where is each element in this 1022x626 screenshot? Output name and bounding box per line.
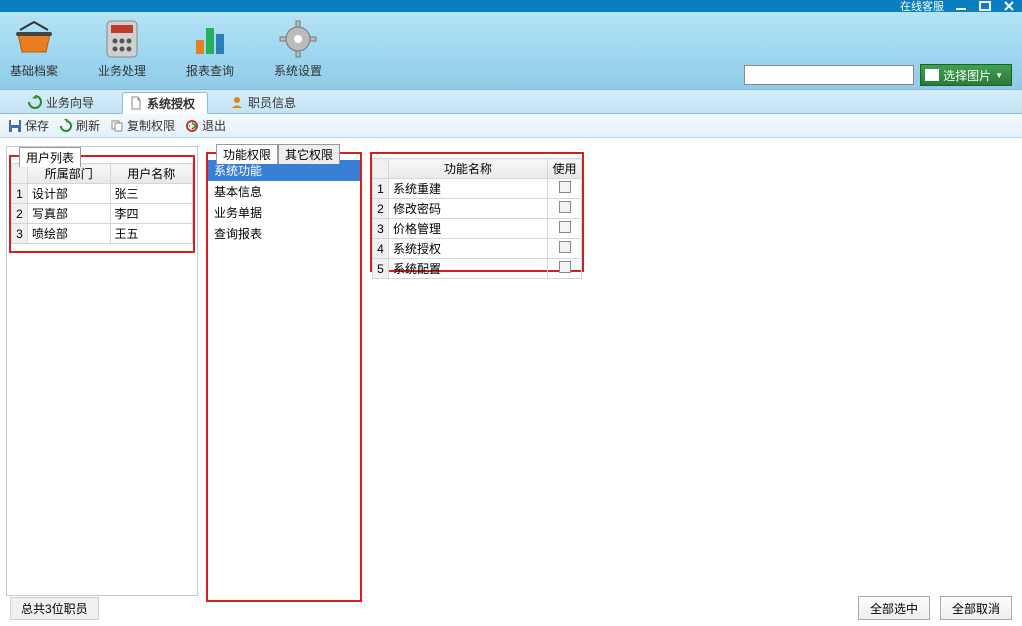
user-table: 所属部门 用户名称 1设计部张三 2写真部李四 3喷绘部王五 <box>11 163 193 244</box>
perm-item-basic[interactable]: 基本信息 <box>208 181 360 202</box>
save-button[interactable]: 保存 <box>8 117 49 134</box>
tab-system-auth[interactable]: 系统授权 <box>122 92 208 114</box>
tab-other-perm[interactable]: 其它权限 <box>278 144 340 164</box>
tab-row: 业务向导 系统授权 职员信息 <box>0 90 1022 114</box>
checkbox[interactable] <box>559 201 571 213</box>
titlebar: 在线客服 <box>0 0 1022 12</box>
refresh-icon <box>59 119 73 133</box>
func-table: 功能名称 使用 1系统重建 2修改密码 3价格管理 4系统授权 5系统配置 <box>372 158 582 279</box>
table-row[interactable]: 2写真部李四 <box>12 204 193 224</box>
col-name[interactable]: 用户名称 <box>110 164 193 184</box>
permission-panel: 功能权限 其它权限 系统功能 基本信息 业务单据 查询报表 <box>206 152 362 602</box>
col-use[interactable]: 使用 <box>548 159 582 179</box>
tab-label: 业务向导 <box>46 94 94 111</box>
table-row[interactable]: 4系统授权 <box>373 239 582 259</box>
tab-business-guide[interactable]: 业务向导 <box>22 91 106 113</box>
exit-button[interactable]: 退出 <box>185 117 226 134</box>
chart-icon <box>186 18 234 60</box>
user-list-panel: 用户列表 所属部门 用户名称 1设计部张三 2写真部李四 3喷绘部王五 <box>9 155 195 253</box>
save-icon <box>8 119 22 133</box>
refresh-button[interactable]: 刷新 <box>59 117 100 134</box>
table-row[interactable]: 3价格管理 <box>373 219 582 239</box>
select-image-label: 选择图片 <box>943 67 991 84</box>
close-button[interactable] <box>1002 0 1016 12</box>
copy-icon <box>110 119 124 133</box>
user-list-container: 用户列表 所属部门 用户名称 1设计部张三 2写真部李四 3喷绘部王五 <box>6 146 198 596</box>
minimize-button[interactable] <box>954 0 968 12</box>
image-icon <box>925 69 939 81</box>
checkbox[interactable] <box>559 261 571 273</box>
ribbon-report-query[interactable]: 报表查询 <box>186 16 234 79</box>
recycle-icon <box>28 95 42 109</box>
ribbon-system-settings[interactable]: 系统设置 <box>274 16 322 79</box>
checkbox[interactable] <box>559 241 571 253</box>
toolbar: 保存 刷新 复制权限 退出 <box>0 114 1022 138</box>
checkbox[interactable] <box>559 221 571 233</box>
tab-label: 职员信息 <box>248 94 296 111</box>
table-row[interactable]: 2修改密码 <box>373 199 582 219</box>
gear-icon <box>274 18 322 60</box>
ribbon-label: 业务处理 <box>98 62 146 79</box>
status-text: 总共3位职员 <box>10 597 99 620</box>
checkbox[interactable] <box>559 181 571 193</box>
toolbar-label: 保存 <box>25 117 49 134</box>
ribbon-basic-archive[interactable]: 基础档案 <box>10 16 58 79</box>
deselect-all-button[interactable]: 全部取消 <box>940 596 1012 620</box>
user-icon <box>230 95 244 109</box>
main-area: 用户列表 所属部门 用户名称 1设计部张三 2写真部李四 3喷绘部王五 功能权限… <box>0 138 1022 602</box>
ribbon-label: 基础档案 <box>10 62 58 79</box>
tab-staff-info[interactable]: 职员信息 <box>224 91 308 113</box>
ribbon: 基础档案 业务处理 报表查询 系统设置 选择图片 ▼ <box>0 12 1022 90</box>
toolbar-label: 复制权限 <box>127 117 175 134</box>
document-icon <box>129 96 143 110</box>
exit-icon <box>185 119 199 133</box>
footer: 总共3位职员 全部选中 全部取消 <box>10 596 1012 620</box>
toolbar-label: 刷新 <box>76 117 100 134</box>
select-image-button[interactable]: 选择图片 ▼ <box>920 64 1012 86</box>
toolbar-label: 退出 <box>202 117 226 134</box>
col-func-name[interactable]: 功能名称 <box>389 159 548 179</box>
user-list-tab[interactable]: 用户列表 <box>19 147 81 167</box>
ribbon-business-process[interactable]: 业务处理 <box>98 16 146 79</box>
tab-func-perm[interactable]: 功能权限 <box>216 144 278 164</box>
ribbon-label: 系统设置 <box>274 62 322 79</box>
table-row[interactable]: 5系统配置 <box>373 259 582 279</box>
ribbon-label: 报表查询 <box>186 62 234 79</box>
calculator-icon <box>98 18 146 60</box>
chevron-down-icon: ▼ <box>995 71 1003 80</box>
table-row[interactable]: 3喷绘部王五 <box>12 224 193 244</box>
table-row[interactable]: 1设计部张三 <box>12 184 193 204</box>
perm-list: 系统功能 基本信息 业务单据 查询报表 <box>208 160 360 244</box>
select-all-button[interactable]: 全部选中 <box>858 596 930 620</box>
tab-label: 系统授权 <box>147 95 195 112</box>
row-header-blank <box>373 159 389 179</box>
maximize-button[interactable] <box>978 0 992 12</box>
function-panel: 功能名称 使用 1系统重建 2修改密码 3价格管理 4系统授权 5系统配置 <box>370 152 584 272</box>
perm-item-report[interactable]: 查询报表 <box>208 223 360 244</box>
copy-perm-button[interactable]: 复制权限 <box>110 117 175 134</box>
basket-icon <box>10 18 58 60</box>
perm-item-business[interactable]: 业务单据 <box>208 202 360 223</box>
search-input[interactable] <box>744 65 914 85</box>
table-row[interactable]: 1系统重建 <box>373 179 582 199</box>
